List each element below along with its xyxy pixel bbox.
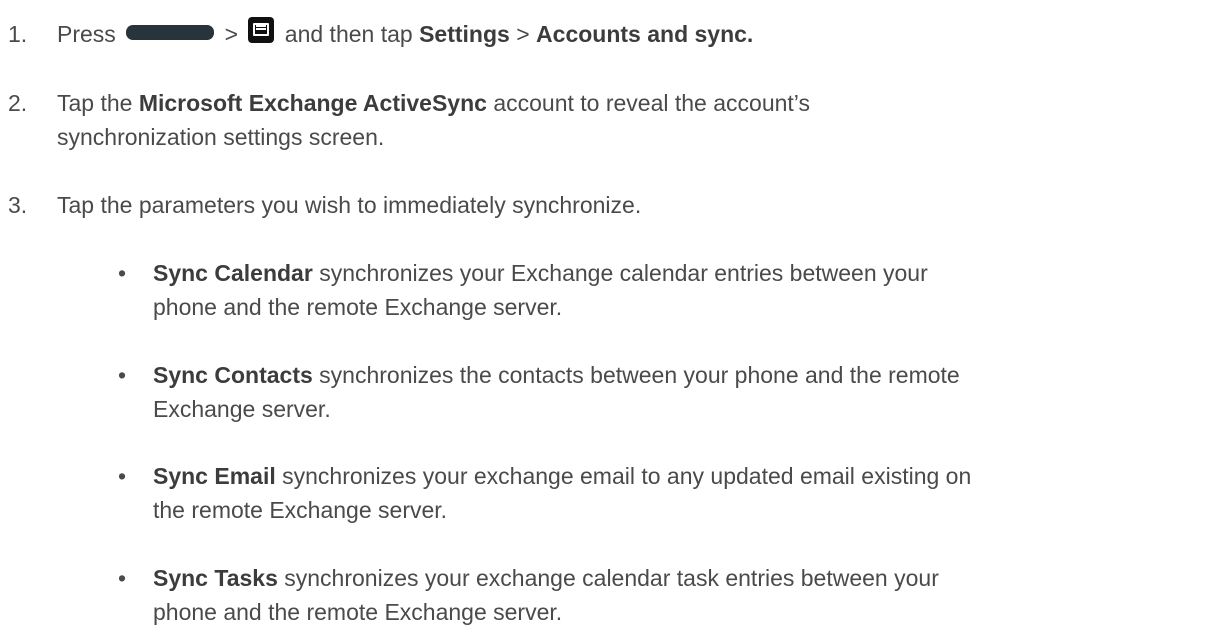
settings-term: Settings xyxy=(419,21,510,47)
step-number: 2. xyxy=(8,90,28,116)
and-then-tap: and then tap xyxy=(284,21,413,47)
step-text-line1: account to reveal the account’s xyxy=(493,90,810,116)
accounts-term: Accounts and sync. xyxy=(536,21,754,47)
tap-word: Tap the xyxy=(57,90,133,116)
step-number: 3. xyxy=(8,192,28,218)
bullet-marker: • xyxy=(118,362,127,388)
bullet-line1: synchronizes the contacts between your p… xyxy=(319,362,960,388)
separator: > xyxy=(516,21,530,47)
menu-key-icon xyxy=(248,16,275,43)
step-text: Tap the parameters you wish to immediate… xyxy=(57,192,642,218)
bullet-text: Sync Tasks synchronizes your exchange ca… xyxy=(153,561,1173,629)
bullet-line2: Exchange server. xyxy=(153,396,331,422)
step-text: Press > and then tap Settings > Accounts… xyxy=(57,16,1117,51)
instruction-document: 1. Press > and then tap Settings > Accou… xyxy=(0,0,1207,635)
bullet-text: Sync Contacts synchronizes the contacts … xyxy=(153,358,1173,426)
separator: > xyxy=(224,21,239,47)
bullet-marker: • xyxy=(118,260,127,286)
bullet-line2: the remote Exchange server. xyxy=(153,497,448,523)
bullet-text: Sync Email synchronizes your exchange em… xyxy=(153,459,1173,527)
step-text: Tap the Microsoft Exchange ActiveSync ac… xyxy=(57,86,1117,154)
bullet-marker: • xyxy=(118,565,127,591)
bullet-term: Sync Contacts xyxy=(153,362,313,388)
step-number: 1. xyxy=(8,21,28,47)
press-word: Press xyxy=(57,21,116,47)
bullet-line1: synchronizes your exchange calendar task… xyxy=(284,565,939,591)
bullet-marker: • xyxy=(118,463,127,489)
bullet-term: Sync Email xyxy=(153,463,276,489)
bullet-line2: phone and the remote Exchange server. xyxy=(153,599,563,625)
bullet-text: Sync Calendar synchronizes your Exchange… xyxy=(153,256,1173,324)
account-name-term: Microsoft Exchange ActiveSync xyxy=(138,90,487,116)
step-text-line2: synchronization settings screen. xyxy=(57,124,385,150)
bullet-line2: phone and the remote Exchange server. xyxy=(153,294,563,320)
home-key-icon xyxy=(126,25,215,41)
bullet-term: Sync Calendar xyxy=(153,260,313,286)
bullet-line1: synchronizes your exchange email to any … xyxy=(282,463,972,489)
bullet-line1: synchronizes your Exchange calendar entr… xyxy=(319,260,928,286)
bullet-term: Sync Tasks xyxy=(153,565,278,591)
